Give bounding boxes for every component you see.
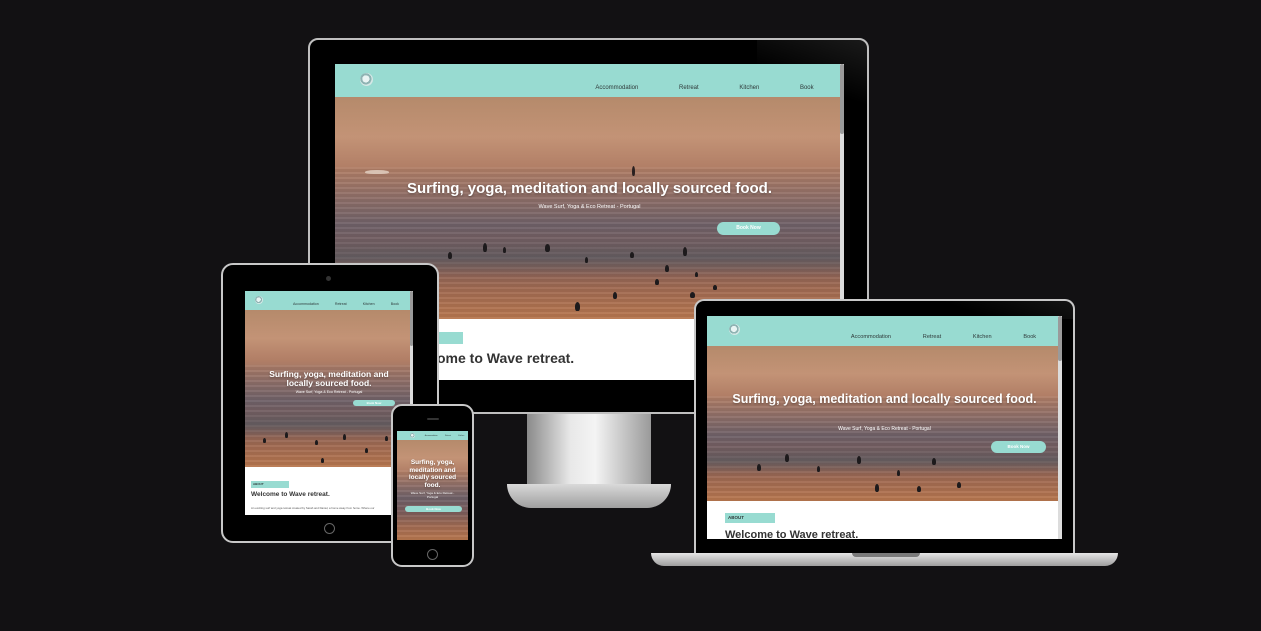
- laptop-nav-retreat-link[interactable]: Retreat: [923, 334, 941, 340]
- laptop-hero: Surfing, yoga, meditation and locally so…: [707, 346, 1062, 501]
- laptop-hero-title: Surfing, yoga, meditation and locally so…: [732, 392, 1037, 406]
- laptop-navbar: Accommodation Retreat Kitchen Book: [707, 316, 1062, 346]
- phone-nav-accommodation-link[interactable]: Accommodation: [425, 435, 438, 437]
- phone-book-now-button[interactable]: Book Now: [405, 506, 462, 512]
- nav-kitchen-link[interactable]: Kitchen: [739, 85, 759, 91]
- phone-hero-subtitle: Wave Surf, Yoga & Eco Retreat - Portugal: [410, 491, 455, 499]
- tablet-nav-kitchen-link[interactable]: Kitchen: [363, 302, 375, 306]
- sailboat-icon: [632, 166, 635, 176]
- laptop-site-screen: Accommodation Retreat Kitchen Book Surfi…: [707, 316, 1062, 539]
- laptop-nav-kitchen-link[interactable]: Kitchen: [973, 334, 992, 340]
- phone-nav-kitchen-link[interactable]: Kitchen: [458, 435, 464, 437]
- desktop-navbar: Accommodation Retreat Kitchen Book: [335, 64, 844, 97]
- phone-site-screen: Accommodation Retreat Kitchen Surfing, y…: [397, 431, 468, 540]
- laptop-nav-book-link[interactable]: Book: [1023, 334, 1036, 340]
- phone-home-button[interactable]: [427, 549, 438, 560]
- laptop-nav-accommodation-link[interactable]: Accommodation: [851, 334, 891, 340]
- tablet-nav-accommodation-link[interactable]: Accommodation: [293, 302, 319, 306]
- tablet-camera: [326, 276, 331, 281]
- tablet-welcome-heading: Welcome to Wave retreat.: [251, 491, 330, 498]
- laptop-book-now-button[interactable]: Book Now: [991, 441, 1046, 453]
- nav-accommodation-link[interactable]: Accommodation: [595, 85, 638, 91]
- tablet-site-screen: Accommodation Retreat Kitchen Book Surfi…: [245, 291, 413, 515]
- ship-icon: [365, 170, 389, 174]
- tablet-nav-book-link[interactable]: Book: [391, 302, 399, 306]
- laptop-logo-icon[interactable]: [729, 324, 740, 335]
- tablet-hero: Surfing, yoga, meditation and locally so…: [245, 310, 413, 467]
- laptop-about-tag: ABOUT: [725, 513, 775, 523]
- laptop-hero-subtitle: Wave Surf, Yoga & Eco Retreat - Portugal: [838, 426, 931, 432]
- phone-nav-retreat-link[interactable]: Retreat: [445, 435, 451, 437]
- phone-logo-icon[interactable]: [410, 433, 415, 438]
- site-logo-icon[interactable]: [360, 73, 373, 86]
- desktop-hero-title: Surfing, yoga, meditation and locally so…: [406, 180, 773, 197]
- phone-hero-title: Surfing, yoga, meditation and locally so…: [408, 459, 457, 489]
- tablet-nav-retreat-link[interactable]: Retreat: [335, 302, 347, 306]
- nav-retreat-link[interactable]: Retreat: [679, 85, 699, 91]
- tablet-about-tag: ABOUT: [251, 481, 289, 488]
- nav-book-link[interactable]: Book: [800, 85, 814, 91]
- laptop-notch: [852, 553, 920, 557]
- tablet-about-text: An exciting surf and yoga retreat create…: [251, 506, 375, 510]
- tablet-logo-icon[interactable]: [255, 296, 263, 304]
- desktop-book-now-button[interactable]: Book Now: [717, 222, 780, 235]
- monitor-stand-base: [507, 484, 671, 508]
- tablet-hero-title: Surfing, yoga, meditation and locally so…: [269, 369, 389, 388]
- phone-hero: Surfing, yoga, meditation and locally so…: [397, 440, 468, 540]
- monitor-stand-neck: [527, 414, 651, 486]
- tablet-book-now-button[interactable]: Book Now: [353, 400, 395, 406]
- tablet-home-button[interactable]: [324, 523, 335, 534]
- laptop-welcome-heading: Welcome to Wave retreat.: [725, 529, 859, 539]
- tablet-hero-subtitle: Wave Surf, Yoga & Eco Retreat - Portugal: [295, 390, 363, 394]
- phone-speaker: [427, 418, 439, 420]
- desktop-welcome-heading: ome to Wave retreat.: [437, 350, 575, 366]
- desktop-hero-subtitle: Wave Surf, Yoga & Eco Retreat - Portugal: [538, 204, 641, 210]
